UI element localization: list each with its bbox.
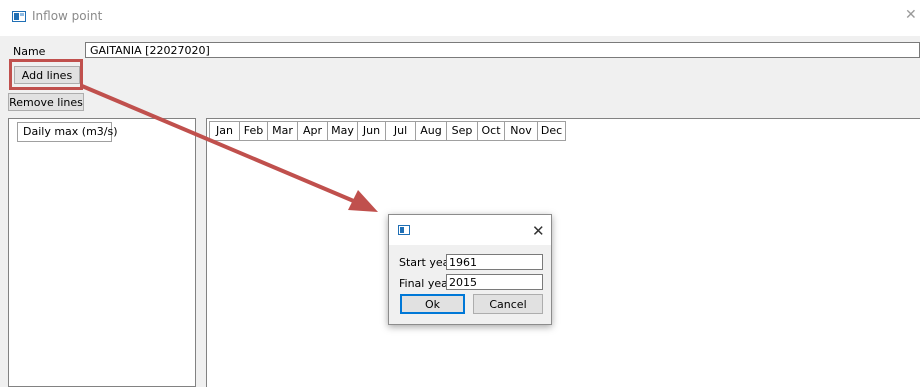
month-column-header[interactable]: May [327, 121, 358, 141]
month-column-header[interactable]: Feb [239, 121, 268, 141]
month-column-header[interactable]: Jul [385, 121, 416, 141]
ok-button[interactable]: Ok [400, 294, 465, 314]
monthly-table[interactable] [206, 118, 920, 387]
month-column-header[interactable]: Mar [267, 121, 298, 141]
app-window-icon [398, 225, 410, 235]
month-column-header[interactable]: Jun [357, 121, 386, 141]
month-column-header[interactable]: Dec [537, 121, 566, 141]
final-year-input[interactable] [446, 274, 543, 290]
month-column-header[interactable]: Aug [415, 121, 447, 141]
name-input[interactable] [85, 42, 920, 58]
name-label: Name [13, 45, 46, 58]
remove-lines-button[interactable]: Remove lines [8, 93, 84, 111]
month-column-header[interactable]: Oct [477, 121, 505, 141]
month-column-header[interactable]: Nov [504, 121, 538, 141]
month-column-header[interactable]: Jan [209, 121, 240, 141]
dialog-close-icon[interactable]: ✕ [532, 222, 545, 240]
month-header-row: Jan Feb Mar Apr May Jun Jul Aug Sep Oct Nov Dec [209, 121, 566, 141]
year-range-dialog: ✕ Start year Final year Ok Cancel [388, 214, 552, 325]
daily-max-table[interactable] [8, 118, 196, 387]
daily-max-column-header[interactable]: Daily max (m3/s) [17, 122, 118, 142]
cancel-button[interactable]: Cancel [473, 294, 543, 314]
window-title: Inflow point [32, 9, 103, 23]
month-column-header[interactable]: Apr [297, 121, 328, 141]
start-year-input[interactable] [446, 254, 543, 270]
close-icon[interactable]: ✕ [905, 7, 917, 23]
final-year-label: Final year [399, 277, 453, 290]
month-column-header[interactable]: Sep [446, 121, 478, 141]
window-titlebar: Inflow point ✕ [0, 0, 920, 36]
app-window-icon [12, 11, 26, 22]
dialog-titlebar: ✕ [389, 215, 551, 245]
add-lines-button[interactable]: Add lines [14, 66, 80, 84]
